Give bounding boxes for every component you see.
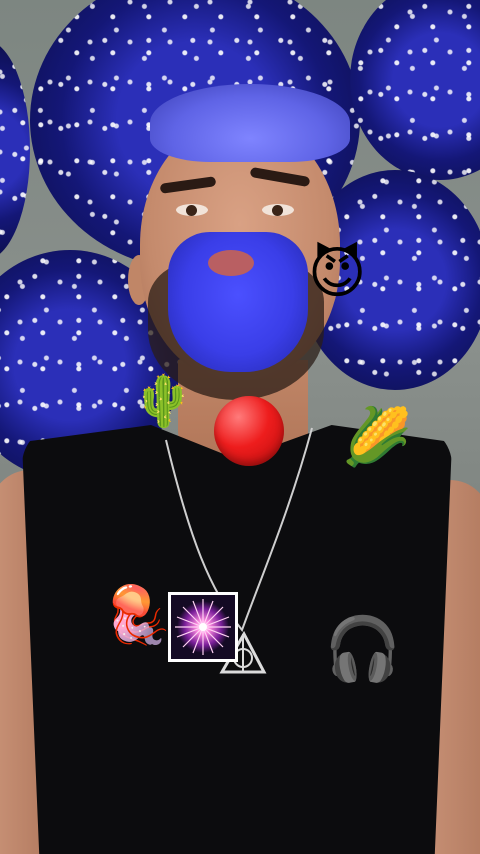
lips [208,250,254,276]
blue-hair-filter [150,84,350,162]
right-eye [262,204,294,216]
gallery-thumbnail-button[interactable] [168,592,238,662]
left-eye [176,204,208,216]
jellyfish-emoji-sticker[interactable]: 🪼 [102,588,172,644]
headphones-emoji-sticker[interactable]: 🎧 [324,618,401,680]
firework-sparkle-icon [171,595,235,659]
corn-emoji-sticker[interactable]: 🌽 [342,410,412,466]
record-button[interactable] [214,396,284,466]
cactus-emoji-sticker[interactable]: 🌵 [132,376,194,426]
devil-emoji-sticker[interactable]: 😈 [308,246,366,302]
